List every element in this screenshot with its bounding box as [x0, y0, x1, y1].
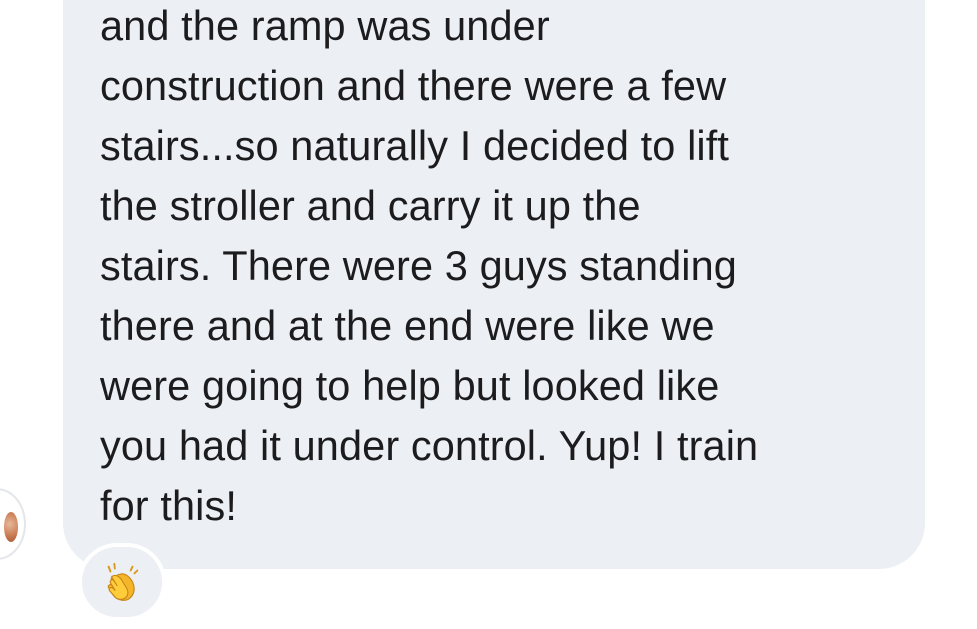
message-line: there and at the end were like we	[100, 302, 715, 349]
message-line: construction and there were a few	[100, 62, 727, 109]
message-line: stairs. There were 3 guys standing	[100, 242, 737, 289]
clapping-hands-icon	[107, 562, 139, 601]
reaction-badge[interactable]	[78, 543, 166, 621]
message-line: and the ramp was under	[100, 2, 550, 49]
avatar-photo	[4, 512, 18, 542]
message-text: and the ramp was under construction and …	[100, 0, 890, 536]
message-line: for this!	[100, 482, 237, 529]
message-line: were going to help but looked like	[100, 362, 720, 409]
message-line: the stroller and carry it up the	[100, 182, 641, 229]
sender-avatar[interactable]	[0, 488, 26, 560]
message-line: stairs...so naturally I decided to lift	[100, 122, 729, 169]
chat-screen: and the ramp was under construction and …	[0, 0, 977, 629]
message-line: you had it under control. Yup! I train	[100, 422, 759, 469]
